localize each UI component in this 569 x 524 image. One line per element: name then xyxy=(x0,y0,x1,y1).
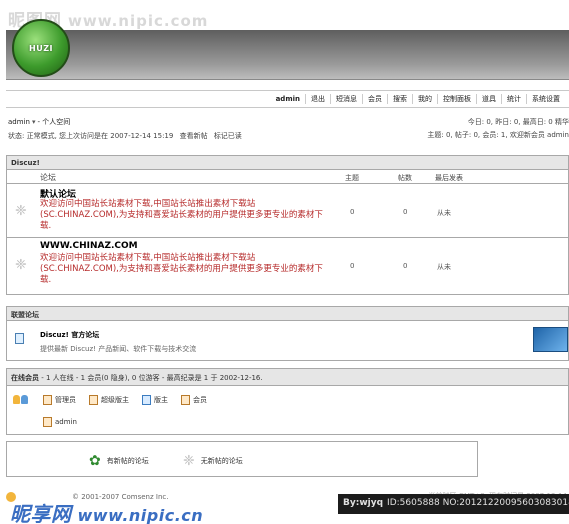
nav-search[interactable]: 搜索 xyxy=(393,94,407,104)
member-legend: 管理员 超级版主 版主 会员 xyxy=(13,393,220,406)
status-text: 状态: 正常模式, 您上次访问是在 2007-12-14 15:19 xyxy=(8,132,174,140)
nav-messages[interactable]: 短消息 xyxy=(336,94,357,104)
watermark-id-number: ID:5605888 NO:20121220095603083018 xyxy=(387,498,569,508)
logo-text: HUZI xyxy=(29,43,53,53)
forum-post-count: 0 xyxy=(403,208,408,216)
legend-new-posts-label: 有新帖的论坛 xyxy=(106,457,149,465)
legend-member: 会员 xyxy=(181,394,207,405)
moderator-icon xyxy=(142,394,151,405)
admin-icon xyxy=(43,417,52,427)
digest-link[interactable]: 精华 xyxy=(555,118,569,126)
document-icon xyxy=(15,333,24,344)
nav-system-settings[interactable]: 系统设置 xyxy=(532,94,560,104)
user-line: admin ▾ - 个人空间 xyxy=(8,117,70,127)
nav-separator xyxy=(526,94,527,104)
header-posts: 帖数 xyxy=(398,174,412,182)
legend-admin-label: 管理员 xyxy=(55,395,76,404)
no-new-posts-icon: ❈ xyxy=(15,203,27,219)
nav-separator xyxy=(476,94,477,104)
watermark-id: By:wjyq ID:5605888 NO:2012122009560308301… xyxy=(338,494,569,514)
member-icon xyxy=(181,394,190,405)
forum-name[interactable]: WWW.CHINAZ.COM xyxy=(40,241,138,251)
forum-description: 欢迎访问中国站长站素材下载,中国站长站推出素材下载站(SC.CHINAZ.COM… xyxy=(40,253,323,285)
nav-separator xyxy=(437,94,438,104)
legend-super-mod: 超级版主 xyxy=(89,394,129,405)
site-logo[interactable]: HUZI xyxy=(12,19,70,77)
header-forum: 论坛 xyxy=(40,173,56,182)
watermark-author: By:wjyq xyxy=(343,498,384,508)
forum-thread-count: 0 xyxy=(350,262,355,270)
status-line: 状态: 正常模式, 您上次访问是在 2007-12-14 15:19 查看新帖 … xyxy=(8,131,246,141)
forum-description: 欢迎访问中国站长站素材下载,中国站长站推出素材下载站(SC.CHINAZ.COM… xyxy=(40,199,323,231)
watermark-bottom: 昵享网 www.nipic.cn xyxy=(10,498,203,524)
online-users-icon xyxy=(13,393,29,406)
legend-no-new-posts: ❈ 无新帖的论坛 xyxy=(183,453,243,469)
new-posts-icon: ✿ xyxy=(89,453,101,469)
header-threads: 主题 xyxy=(345,174,359,182)
forum-table-header: 论坛 主题 帖数 最后发表 xyxy=(7,170,568,184)
legend-member-label: 会员 xyxy=(193,395,207,404)
league-category[interactable]: 联盟论坛 xyxy=(7,307,568,321)
nav-separator xyxy=(330,94,331,104)
league-forums: 联盟论坛 Discuz! 官方论坛 提供最新 Discuz! 产品新闻、软件下载… xyxy=(6,306,569,361)
legend-no-new-posts-label: 无新帖的论坛 xyxy=(200,457,243,465)
nav-logout[interactable]: 退出 xyxy=(311,94,325,104)
nav-separator xyxy=(387,94,388,104)
nav-stats[interactable]: 统计 xyxy=(507,94,521,104)
stats-line-1: 今日: 0, 昨日: 0, 最高日: 0 精华 xyxy=(468,117,569,127)
footer: © 2001-2007 Comsenz Inc. 当前时区 GMT+8, 现在时… xyxy=(0,488,569,524)
super-moderator-icon xyxy=(89,394,98,405)
no-new-posts-icon: ❈ xyxy=(15,257,27,273)
forum-row: ❈ 默认论坛 欢迎访问中国站长站素材下载,中国站长站推出素材下载站(SC.CHI… xyxy=(7,184,568,238)
legend-new-posts: ✿ 有新帖的论坛 xyxy=(89,453,149,469)
personal-space-link[interactable]: - 个人空间 xyxy=(37,118,70,126)
forum-last-post: 从未 xyxy=(437,209,451,217)
nav-members[interactable]: 会员 xyxy=(368,94,382,104)
nav-username[interactable]: admin xyxy=(276,95,300,103)
online-summary: - 1 人在线 - 1 会员(0 隐身), 0 位游客 - 最高纪录是 1 于 … xyxy=(41,374,263,382)
forum-post-count: 0 xyxy=(403,262,408,270)
online-user-name[interactable]: admin xyxy=(55,418,77,426)
watermark-url: www.nipic.com xyxy=(68,12,209,30)
legend-mod: 版主 xyxy=(142,394,168,405)
icon-legend: ✿ 有新帖的论坛 ❈ 无新帖的论坛 xyxy=(6,441,478,477)
user-name-link[interactable]: admin xyxy=(8,118,30,126)
online-members: 在线会员 - 1 人在线 - 1 会员(0 隐身), 0 位游客 - 最高纪录是… xyxy=(6,368,569,435)
nav-control-panel[interactable]: 控制面板 xyxy=(443,94,471,104)
online-title[interactable]: 在线会员 xyxy=(11,374,39,382)
nav-separator xyxy=(305,94,306,104)
top-nav: admin 退出 短消息 会员 搜索 我的 控制面板 道具 统计 系统设置 xyxy=(6,90,569,108)
nav-my[interactable]: 我的 xyxy=(418,94,432,104)
admin-icon xyxy=(43,394,52,405)
forum-last-post: 从未 xyxy=(437,263,451,271)
forum-thread-count: 0 xyxy=(350,208,355,216)
chevron-down-icon[interactable]: ▾ xyxy=(32,118,36,126)
daily-stats: 今日: 0, 昨日: 0, 最高日: 0 xyxy=(467,118,553,126)
mark-read-link[interactable]: 标记已读 xyxy=(214,132,242,140)
view-new-posts-link[interactable]: 查看新帖 xyxy=(180,132,208,140)
nav-separator xyxy=(501,94,502,104)
league-forum-name[interactable]: Discuz! 官方论坛 xyxy=(40,330,99,340)
legend-super-mod-label: 超级版主 xyxy=(101,395,129,404)
watermark-bottom-brand: 昵享网 xyxy=(10,502,72,524)
forum-row: ❈ WWW.CHINAZ.COM 欢迎访问中国站长站素材下载,中国站长站推出素材… xyxy=(7,238,568,292)
legend-mod-label: 版主 xyxy=(154,395,168,404)
header-banner xyxy=(6,30,569,80)
nav-separator xyxy=(362,94,363,104)
nav-props[interactable]: 道具 xyxy=(482,94,496,104)
online-header: 在线会员 - 1 人在线 - 1 会员(0 隐身), 0 位游客 - 最高纪录是… xyxy=(7,369,568,386)
forum-category[interactable]: Discuz! xyxy=(7,156,568,170)
legend-admin: 管理员 xyxy=(43,394,76,405)
stats-line-2: 主题: 0, 帖子: 0, 会员: 1, 欢迎新会员 admin xyxy=(427,131,569,139)
forum-table: Discuz! 论坛 主题 帖数 最后发表 ❈ 默认论坛 欢迎访问中国站长站素材… xyxy=(6,155,569,295)
no-new-posts-icon: ❈ xyxy=(183,453,195,469)
nav-separator xyxy=(412,94,413,104)
league-forum-description: 提供最新 Discuz! 产品新闻、软件下载与技术交流 xyxy=(40,345,197,353)
league-banner-image[interactable] xyxy=(533,327,568,352)
watermark-bottom-url: www.nipic.cn xyxy=(77,506,204,524)
header-last-post: 最后发表 xyxy=(435,174,463,182)
online-user: admin xyxy=(43,417,77,427)
